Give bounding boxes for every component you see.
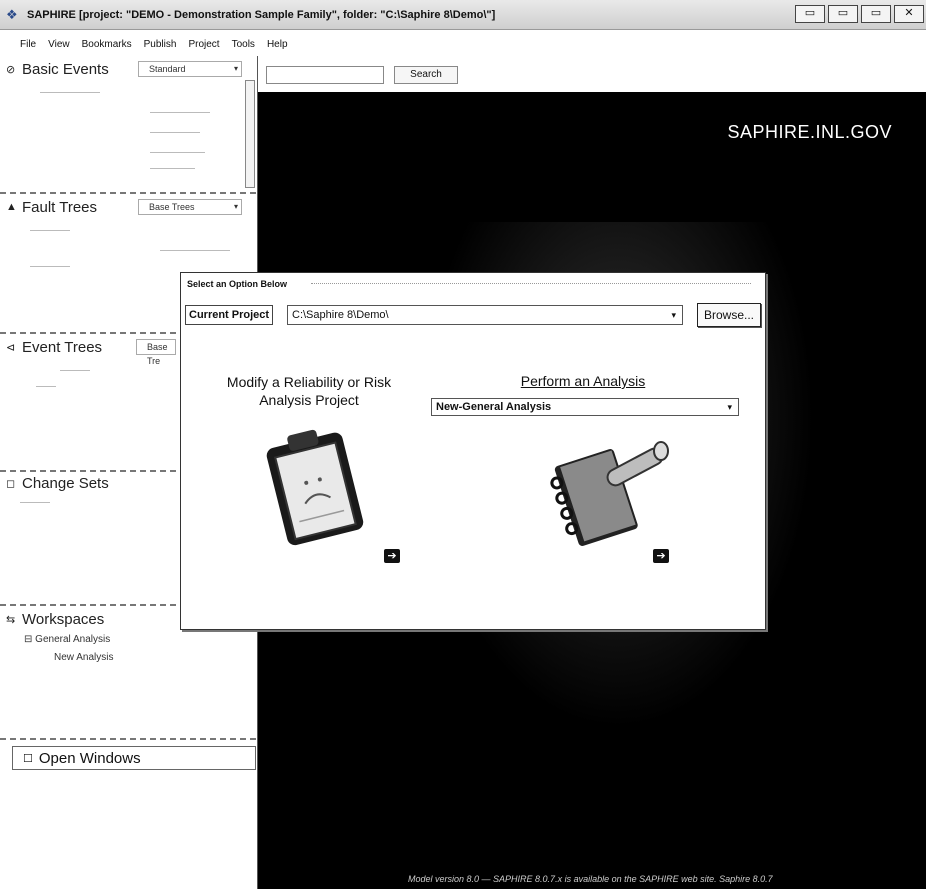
fault-trees-title: Fault Trees xyxy=(22,198,98,216)
chevron-down-icon: ▾ xyxy=(727,402,732,412)
fault-trees-filter-value: Base Trees xyxy=(149,202,195,212)
faint-list-text xyxy=(160,250,230,251)
help-window-button[interactable]: ▭ xyxy=(795,5,825,23)
faint-list-text xyxy=(150,112,210,113)
open-windows-icon: ☐ xyxy=(23,752,33,765)
status-bar: Model version 8.0 — SAPHIRE 8.0.7.x is a… xyxy=(258,870,926,889)
tree-item-label: New Analysis xyxy=(54,652,114,663)
menu-publish[interactable]: Publish xyxy=(144,39,177,50)
window-title: SAPHIRE [project: "DEMO - Demonstration … xyxy=(27,8,496,21)
basic-events-scrollbar[interactable] xyxy=(245,80,255,188)
menu-view[interactable]: View xyxy=(48,39,70,50)
open-windows-title: Open Windows xyxy=(38,749,141,767)
event-trees-title: Event Trees xyxy=(22,338,103,356)
current-project-row: Current Project C:\Saphire 8\Demo\ ▾ Bro… xyxy=(185,303,761,329)
fault-trees-filter-select[interactable]: Base Trees ▾ xyxy=(138,199,242,215)
menu-project[interactable]: Project xyxy=(188,39,219,50)
search-input[interactable] xyxy=(266,66,384,84)
faint-list-text xyxy=(30,230,70,231)
saphire-app-icon: ❖ xyxy=(6,6,18,22)
current-project-value: C:\Saphire 8\Demo\ xyxy=(292,309,389,321)
basic-events-filter-value: Standard xyxy=(149,64,186,74)
dialog-title: Select an Option Below xyxy=(187,279,288,289)
analysis-type-select[interactable]: New-General Analysis ▾ xyxy=(431,398,739,416)
minimize-button[interactable]: ▭ xyxy=(828,5,858,23)
faint-list-text xyxy=(150,132,200,133)
fault-tree-icon: ▲ xyxy=(6,201,17,213)
change-sets-title: Change Sets xyxy=(22,474,109,492)
workspace-tree-item-new-analysis[interactable]: New Analysis xyxy=(54,652,113,663)
faint-list-text xyxy=(20,502,50,503)
notebook-magnifier-icon[interactable] xyxy=(543,425,677,547)
perform-analysis-arrow-button[interactable]: ➔ xyxy=(653,549,669,563)
basic-events-icon: ⊘ xyxy=(6,63,16,76)
modify-project-label: Modify a Reliability or Risk Analysis Pr… xyxy=(226,374,392,408)
basic-events-filter-select[interactable]: Standard ▾ xyxy=(138,61,242,77)
menu-file[interactable]: File xyxy=(20,39,36,50)
menu-help[interactable]: Help xyxy=(267,39,288,50)
faint-list-text xyxy=(36,386,56,387)
expand-toggle-icon[interactable]: ⊟ xyxy=(24,634,35,645)
window-controls: ▭ ▭ ▭ ✕ xyxy=(795,5,924,23)
site-label: SAPHIRE.INL.GOV xyxy=(727,122,892,142)
event-trees-filter-select[interactable]: Base Tre xyxy=(136,339,176,366)
title-bar: ❖ SAPHIRE [project: "DEMO - Demonstratio… xyxy=(0,0,926,30)
faint-list-text xyxy=(150,168,195,169)
workspaces-title: Workspaces xyxy=(22,610,105,628)
faint-list-text xyxy=(40,92,100,93)
browse-button[interactable]: Browse... xyxy=(697,303,761,327)
workspaces-icon: ⇆ xyxy=(6,613,16,626)
open-windows-header[interactable]: ☐ Open Windows xyxy=(12,746,256,770)
menu-tools[interactable]: Tools xyxy=(232,39,255,50)
event-trees-filter-value: Base Tre xyxy=(147,342,168,366)
maximize-button[interactable]: ▭ xyxy=(861,5,891,23)
search-button[interactable]: Search xyxy=(394,66,458,84)
basic-events-title: Basic Events xyxy=(22,60,109,78)
faint-list-text xyxy=(30,266,70,267)
close-button[interactable]: ✕ xyxy=(894,5,924,23)
faint-list-text xyxy=(60,370,90,371)
chevron-down-icon: ▾ xyxy=(233,202,238,211)
fault-trees-header[interactable]: ▲ Fault Trees Base Trees ▾ xyxy=(0,196,256,218)
faint-list-text xyxy=(150,152,205,153)
tree-item-label: General Analysis xyxy=(35,634,111,645)
menu-bookmarks[interactable]: Bookmarks xyxy=(82,39,132,50)
panel-divider xyxy=(0,738,256,740)
analysis-type-value: New-General Analysis xyxy=(436,401,552,413)
event-tree-icon: ⊲ xyxy=(6,341,16,354)
select-option-dialog: Select an Option Below Current Project C… xyxy=(180,272,766,630)
basic-events-header[interactable]: ⊘ Basic Events Standard ▾ xyxy=(0,58,256,80)
current-project-select[interactable]: C:\Saphire 8\Demo\ ▾ xyxy=(287,305,683,325)
current-project-label: Current Project xyxy=(185,305,274,325)
chevron-down-icon: ▾ xyxy=(233,64,238,73)
change-sets-icon: ◻ xyxy=(6,477,16,490)
dialog-grip xyxy=(311,283,751,284)
clipboard-icon[interactable] xyxy=(253,423,375,547)
workspace-tree-item-general-analysis[interactable]: ⊟ General Analysis xyxy=(24,634,110,645)
chevron-down-icon: ▾ xyxy=(671,310,676,320)
perform-analysis-link[interactable]: Perform an Analysis xyxy=(483,373,683,389)
menu-bar: File View Bookmarks Publish Project Tool… xyxy=(0,33,926,55)
modify-project-arrow-button[interactable]: ➔ xyxy=(384,549,400,563)
panel-divider xyxy=(0,192,256,194)
